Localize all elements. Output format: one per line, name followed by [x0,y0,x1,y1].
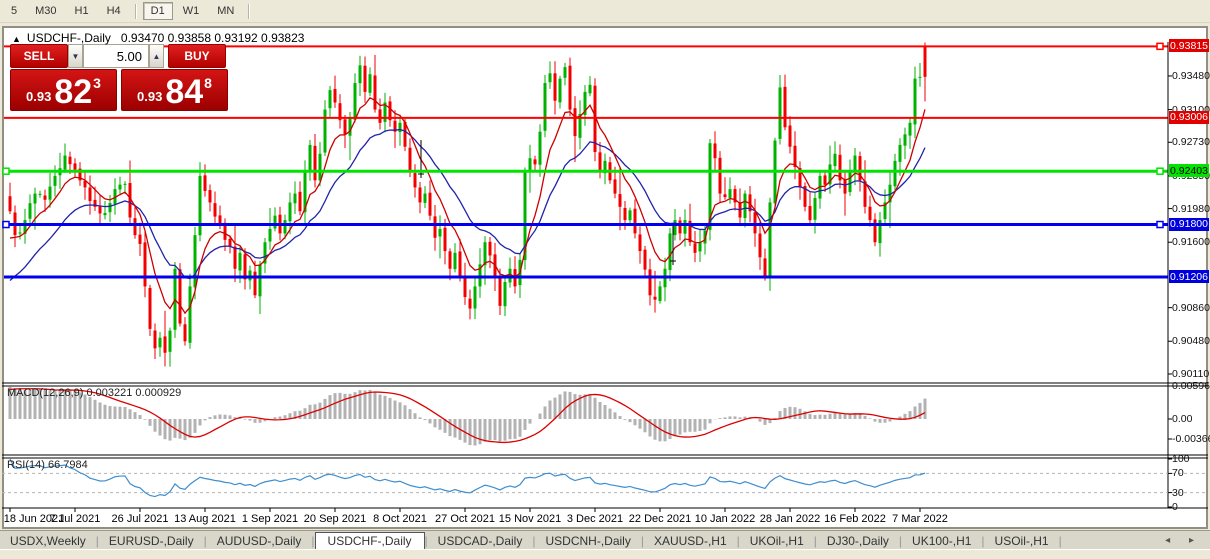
date-tick-label: 20 Sep 2021 [304,513,366,525]
date-tick-label: 7 Jul 2021 [50,513,101,525]
macd-tick-label: 0.00 [1172,413,1192,425]
date-tick-label: 8 Oct 2021 [373,513,427,525]
chart-symbol-label: USDCHF-,Daily [27,31,111,45]
macd-tick-label: -0.003664 [1172,433,1210,445]
price-tick-label: 0.91980 [1172,203,1210,215]
chart-title: ▲ USDCHF-,Daily 0.93470 0.93858 0.93192 0.… [12,31,304,45]
sell-price-display[interactable]: 0.93 82 3 [10,69,117,111]
price-level-badge: 0.93006 [1169,111,1209,124]
sell-price-big: 82 [54,79,92,107]
date-tick-label: 26 Jul 2021 [112,513,169,525]
volume-increase-button[interactable]: ▲ [149,44,164,68]
price-tick-label: 0.90110 [1172,368,1209,380]
metatrader-screen: 5M30H1H4D1W1MN ▲USDCHF-,Daily0.93470 0.9… [0,0,1210,559]
buy-price-prefix: 0.93 [137,89,162,104]
volume-input[interactable]: 5.00 [83,44,149,68]
date-tick-label: 15 Nov 2021 [499,513,561,525]
sell-price-prefix: 0.93 [26,89,51,104]
date-tick-label: 28 Jan 2022 [760,513,821,525]
buy-button[interactable]: BUY [168,44,226,68]
date-tick-label: 27 Oct 2021 [435,513,495,525]
macd-indicator-label: MACD(12,26,9) 0.003221 0.000929 [7,387,181,399]
rsi-indicator-label: RSI(14) 66.7984 [7,459,88,471]
price-level-badge: 0.91206 [1169,270,1209,283]
sell-price-sup: 3 [93,75,101,91]
rsi-tick-label: 100 [1172,453,1190,465]
price-tick-label: 0.91600 [1172,236,1210,248]
buy-price-display[interactable]: 0.93 84 8 [121,69,228,111]
macd-tick-label: 0.005963 [1172,380,1210,392]
date-tick-label: 3 Dec 2021 [567,513,623,525]
buy-price-sup: 8 [204,75,212,91]
date-tick-label: 22 Dec 2021 [629,513,691,525]
date-tick-label: 13 Aug 2021 [174,513,236,525]
date-tick-label: 7 Mar 2022 [892,513,948,525]
price-level-badge: 0.91800 [1169,218,1209,231]
price-level-badge: 0.93815 [1169,39,1209,52]
sell-button[interactable]: SELL [10,44,68,68]
price-tick-label: 0.90860 [1172,302,1210,314]
price-tick-label: 0.92730 [1172,136,1210,148]
date-tick-label: 1 Sep 2021 [242,513,298,525]
date-tick-label: 16 Feb 2022 [824,513,886,525]
price-tick-label: 0.90480 [1172,335,1210,347]
volume-decrease-button[interactable]: ▼ [68,44,83,68]
one-click-trade-panel: SELL ▼ 5.00 ▲ BUY 0.93 82 3 0.93 84 8 [10,44,228,111]
rsi-tick-label: 30 [1172,487,1184,499]
collapse-triangle-icon[interactable]: ▲ [12,34,21,44]
rsi-tick-label: 70 [1172,467,1184,479]
buy-price-big: 84 [165,79,203,107]
price-level-badge: 0.92403 [1169,164,1209,177]
date-tick-label: 10 Jan 2022 [695,513,756,525]
chart-ohlc-quote: 0.93470 0.93858 0.93192 0.93823 [121,31,305,45]
rsi-tick-label: 0 [1172,501,1178,513]
price-tick-label: 0.93480 [1172,70,1210,82]
